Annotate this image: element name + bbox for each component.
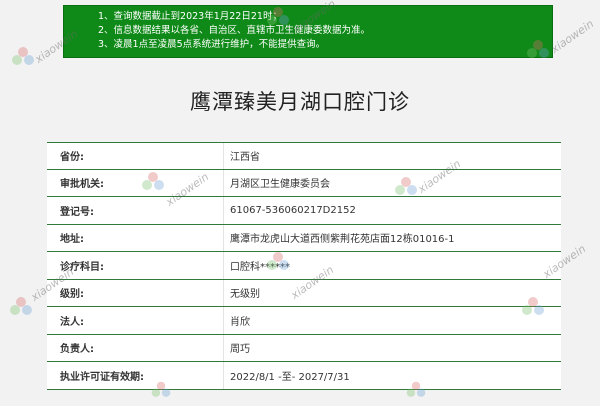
row-label: 诊疗科目: [60,261,104,273]
notice-line: 2、信息数据结果以各省、自治区、直辖市卫生健康委数据为准。 [98,25,371,36]
table-row: 级别: 无级别 [47,279,561,307]
row-value: 2022/8/1 -至- 2027/7/31 [230,371,350,383]
row-value: 鹰潭市龙虎山大道西侧紫荆花苑店面12栋01016-1 [230,234,455,246]
row-label: 法人: [60,316,84,328]
table-row: 执业许可证有效期: 2022/8/1 -至- 2027/7/31 [47,362,561,390]
row-label: 审批机关: [60,179,104,191]
row-label: 省份: [60,152,84,164]
row-value: 肖欣 [230,316,250,328]
watermark-text: xiaowein [548,17,597,56]
notice-line: 3、凌晨1点至凌晨5点系统进行维护，不能提供查询。 [98,39,326,50]
table-row: 审批机关: 月湖区卫生健康委员会 [47,169,561,197]
row-label: 登记号: [60,206,94,218]
table-row: 地址: 鹰潭市龙虎山大道西侧紫荆花苑店面12栋01016-1 [47,224,561,252]
row-label: 地址: [60,234,84,246]
flower-logo-icon [8,295,34,325]
info-table: 省份: 江西省 审批机关: 月湖区卫生健康委员会 登记号: 61067-5360… [47,142,561,390]
row-value: 江西省 [230,152,260,164]
page-title: 鹰潭臻美月湖口腔门诊 [190,90,410,114]
row-label: 负责人: [60,344,94,356]
notice-line: 1、查询数据截止到2023年1月22日21时； [98,11,282,22]
row-value: 口腔科****** [230,261,290,273]
row-value: 月湖区卫生健康委员会 [230,179,330,191]
row-label: 级别: [60,289,84,301]
notice-banner: 1、查询数据截止到2023年1月22日21时； 2、信息数据结果以各省、自治区、… [63,5,553,58]
row-value: 无级别 [230,289,260,301]
table-row: 登记号: 61067-536060217D2152 [47,197,561,225]
table-row: 负责人: 周巧 [47,334,561,362]
table-row: 诊疗科目: 口腔科****** [47,252,561,280]
row-value: 周巧 [230,344,250,356]
table-row: 省份: 江西省 [47,142,561,170]
flower-logo-icon [10,45,36,75]
row-value: 61067-536060217D2152 [230,204,356,216]
row-label: 执业许可证有效期: [60,371,144,383]
table-row: 法人: 肖欣 [47,307,561,335]
